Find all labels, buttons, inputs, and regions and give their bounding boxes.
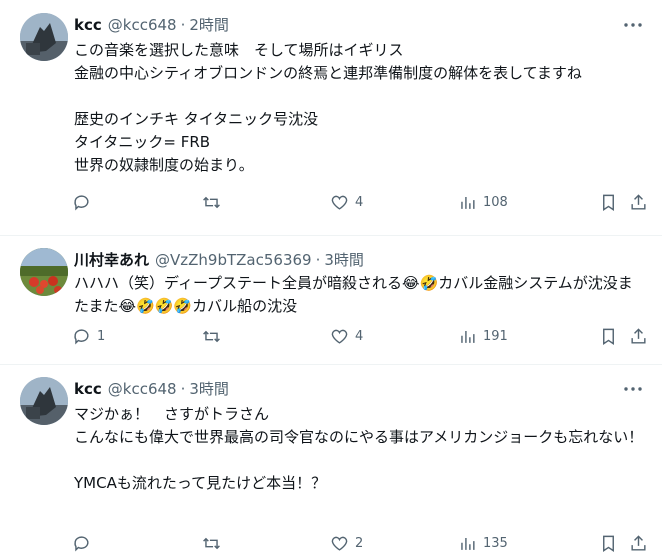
author-handle[interactable]: @kcc648 [108,379,177,399]
bookmark-button[interactable] [599,193,618,212]
views-count: 135 [483,535,508,551]
like-button[interactable]: 2 [330,534,363,553]
tweet-text: この音楽を選択した意味 そして場所はイギリス 金融の中心シティオブロンドンの終焉… [74,41,582,174]
timestamp[interactable]: 3時間 [324,250,364,270]
views-icon [461,330,475,343]
like-count: 4 [355,194,364,210]
bookmark-button[interactable] [599,327,618,346]
like-count: 2 [355,535,364,551]
reply-button[interactable]: 1 [72,327,105,346]
reply-icon [74,194,89,211]
reply-icon [74,535,89,552]
share-button[interactable] [629,327,648,346]
author-handle[interactable]: @VzZh9bTZac56369 [155,250,312,270]
avatar[interactable] [20,248,68,296]
tweet-text: マジかぁ！ さすがトラさん こんなにも偉大で世界最高の司令官なのにやる事はアメリ… [74,405,644,492]
separator-dot: · [180,16,186,34]
share-icon [631,193,646,210]
retweet-button[interactable] [202,193,227,212]
retweet-button[interactable] [202,327,227,346]
separator-dot: · [180,380,186,398]
author-name[interactable]: 川村幸あれ [74,250,149,270]
tweet[interactable]: 川村幸あれ @VzZh9bTZac56369 · 3時間 ハハハ（笑）ディープス… [0,236,662,365]
bookmark-button[interactable] [599,534,618,553]
share-button[interactable] [629,193,648,212]
views-count: 108 [483,194,508,210]
author-handle[interactable]: @kcc648 [108,15,177,35]
tweet-text: ハハハ（笑）ディープステート全員が暗殺される😂🤣カバル金融システムが沈没またまた… [74,274,633,315]
more-icon[interactable] [622,379,644,399]
reply-count: 1 [97,328,106,344]
share-icon [631,534,646,551]
avatar[interactable] [20,377,68,425]
separator-dot: · [315,251,321,269]
action-bar: 2 135 [72,532,648,554]
heart-icon [331,329,348,344]
views-button[interactable]: 135 [458,534,508,553]
share-icon [631,327,646,344]
author-name[interactable]: kcc [74,379,102,399]
views-count: 191 [483,328,508,344]
heart-icon [331,536,348,551]
action-bar: 1 4 191 [72,325,648,347]
avatar[interactable] [20,13,68,61]
author-name[interactable]: kcc [74,15,102,35]
views-icon [461,537,475,550]
share-button[interactable] [629,534,648,553]
views-button[interactable]: 191 [458,327,508,346]
retweet-button[interactable] [202,534,227,553]
tweet[interactable]: kcc @kcc648 · 2時間 この音楽を選択した意味 そして場所はイギリス… [0,0,662,236]
retweet-icon [203,330,220,342]
tweet[interactable]: kcc @kcc648 · 3時間 マジかぁ！ さすがトラさん こんなにも偉大で… [0,365,662,560]
bookmark-icon [603,328,614,345]
reply-button[interactable] [72,534,97,553]
bookmark-icon [603,535,614,552]
bookmark-icon [603,194,614,211]
action-bar: 4 108 [72,191,648,213]
timestamp[interactable]: 3時間 [189,379,229,399]
like-button[interactable]: 4 [330,327,363,346]
reply-button[interactable] [72,193,97,212]
retweet-icon [203,537,220,549]
views-button[interactable]: 108 [458,193,508,212]
retweet-icon [203,196,220,208]
views-icon [461,196,475,209]
heart-icon [331,195,348,210]
timestamp[interactable]: 2時間 [189,15,229,35]
reply-icon [74,328,89,345]
like-count: 4 [355,328,364,344]
like-button[interactable]: 4 [330,193,363,212]
more-icon[interactable] [622,15,644,35]
